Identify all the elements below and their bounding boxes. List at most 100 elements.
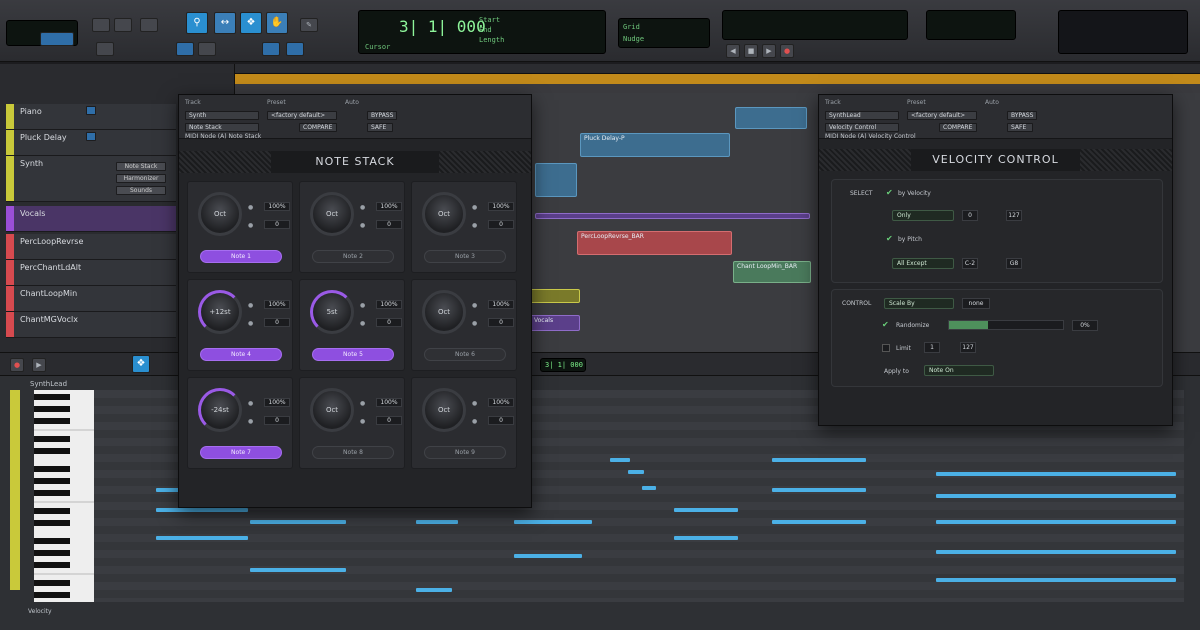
midi-note[interactable] [936, 520, 1176, 524]
randomize-pct[interactable]: 0% [1072, 320, 1098, 331]
zoom-icon[interactable]: ⚲ [186, 12, 208, 34]
offset-field[interactable]: 0 [488, 416, 514, 425]
midi-note[interactable] [250, 568, 346, 572]
preset-select[interactable]: <factory default> [907, 111, 977, 120]
track-header-chant-vocal[interactable]: ChantMGVoclx [6, 312, 176, 338]
clip-piano[interactable] [735, 107, 807, 129]
note-toggle-button[interactable]: Note 5 [312, 348, 394, 361]
record-button[interactable]: ● [780, 44, 794, 58]
editor-play-button[interactable]: ▶ [32, 358, 46, 372]
level-field[interactable]: 100% [264, 202, 290, 211]
pencil-icon[interactable]: ✎ [300, 18, 318, 32]
level-field[interactable]: 100% [488, 398, 514, 407]
level-field[interactable]: 100% [264, 398, 290, 407]
note-toggle-button[interactable]: Note 7 [200, 446, 282, 459]
by-velocity-check[interactable]: ✔ [886, 188, 893, 197]
shuffle-button[interactable] [96, 42, 114, 56]
preset-select[interactable]: <factory default> [267, 111, 337, 120]
midi-note[interactable] [936, 578, 1176, 582]
safe-button[interactable]: SAFE [367, 123, 393, 132]
transpose-knob[interactable]: 5st [310, 290, 354, 334]
midi-note[interactable] [936, 550, 1176, 554]
clip-vocals-2[interactable]: Vocals [530, 315, 580, 331]
mode-button[interactable] [40, 32, 74, 46]
offset-field[interactable]: 0 [376, 318, 402, 327]
transpose-knob[interactable]: Oct [422, 290, 466, 334]
grab-icon[interactable]: ✋ [266, 12, 288, 34]
midi-note[interactable] [416, 588, 452, 592]
pitch-mode-select[interactable]: All Except [892, 258, 954, 269]
insert-sounds[interactable]: Sounds [116, 186, 166, 195]
apply-to-select[interactable]: Note On [924, 365, 994, 376]
timeline-ruler[interactable] [235, 64, 1200, 74]
level-field[interactable]: 100% [376, 398, 402, 407]
randomize-check[interactable]: ✔ [882, 320, 889, 329]
randomize-slider[interactable] [948, 320, 1064, 330]
link-button[interactable] [140, 18, 158, 32]
offset-field[interactable]: 0 [264, 220, 290, 229]
velocity-mode-select[interactable]: Only [892, 210, 954, 221]
note-toggle-button[interactable]: Note 2 [312, 250, 394, 263]
transpose-knob[interactable]: Oct [198, 192, 242, 236]
offset-field[interactable]: 0 [488, 220, 514, 229]
midi-note[interactable] [674, 508, 738, 512]
tab-to-transient-button[interactable] [262, 42, 280, 56]
midi-note[interactable] [416, 520, 458, 524]
midi-note[interactable] [772, 488, 866, 492]
tempo-ruler[interactable] [235, 74, 1200, 84]
pitch-min[interactable]: C-2 [962, 258, 978, 269]
clip-chant[interactable]: Chant LoopMin_BAR [733, 261, 811, 283]
insert-select[interactable]: Note Stack [185, 123, 259, 132]
compare-button[interactable]: COMPARE [939, 123, 977, 132]
offset-field[interactable]: 0 [376, 220, 402, 229]
track-header-pluck-delay[interactable]: Pluck Delay [6, 130, 176, 156]
offset-field[interactable]: 0 [488, 318, 514, 327]
transpose-knob[interactable]: +12st [198, 290, 242, 334]
spot-button[interactable] [198, 42, 216, 56]
trim-icon[interactable]: ↔ [214, 12, 236, 34]
safe-button[interactable]: SAFE [1007, 123, 1033, 132]
bypass-button[interactable]: BYPASS [1007, 111, 1037, 120]
transpose-knob[interactable]: Oct [310, 192, 354, 236]
bypass-button[interactable]: BYPASS [367, 111, 397, 120]
limit-min[interactable]: 1 [924, 342, 940, 353]
midi-note[interactable] [642, 486, 656, 490]
track-header-chant-loop[interactable]: ChantLoopMin [6, 286, 176, 312]
offset-field[interactable]: 0 [264, 416, 290, 425]
solo-button[interactable] [86, 132, 96, 141]
note-toggle-button[interactable]: Note 8 [312, 446, 394, 459]
offset-field[interactable]: 0 [264, 318, 290, 327]
transpose-knob[interactable]: Oct [422, 388, 466, 432]
link-timeline-button[interactable] [286, 42, 304, 56]
play-button[interactable]: ▶ [762, 44, 776, 58]
track-header-perc-loop[interactable]: PercLoopRevrse [6, 234, 176, 260]
midi-note[interactable] [772, 520, 866, 524]
midi-note[interactable] [936, 472, 1176, 476]
clip-pluck[interactable]: Pluck Delay-P [580, 133, 730, 157]
midi-note[interactable] [674, 536, 738, 540]
play-mode-button[interactable] [92, 18, 110, 32]
note-toggle-button[interactable]: Note 6 [424, 348, 506, 361]
slip-button[interactable] [176, 42, 194, 56]
note-toggle-button[interactable]: Note 1 [200, 250, 282, 263]
compare-button[interactable]: COMPARE [299, 123, 337, 132]
insert-select[interactable]: Velocity Control [825, 123, 899, 132]
control-mode-select[interactable]: Scale By [884, 298, 954, 309]
select-icon[interactable]: ❖ [240, 12, 262, 34]
clip-synth[interactable] [535, 163, 577, 197]
limit-max[interactable]: 127 [960, 342, 976, 353]
note-toggle-button[interactable]: Note 9 [424, 446, 506, 459]
record-mode-button[interactable] [114, 18, 132, 32]
clip-vocals[interactable] [535, 213, 810, 219]
transpose-knob[interactable]: Oct [310, 388, 354, 432]
track-select[interactable]: SynthLead [825, 111, 899, 120]
pitch-max[interactable]: G8 [1006, 258, 1022, 269]
level-field[interactable]: 100% [376, 202, 402, 211]
clip-perc[interactable]: PercLoopRevrse_BAR [577, 231, 732, 255]
track-header-piano[interactable]: Piano [6, 104, 176, 130]
editor-select-icon[interactable]: ❖ [132, 355, 150, 373]
track-select[interactable]: Synth [185, 111, 259, 120]
velocity-min[interactable]: 0 [962, 210, 978, 221]
midi-note[interactable] [772, 458, 866, 462]
midi-note[interactable] [936, 494, 1176, 498]
